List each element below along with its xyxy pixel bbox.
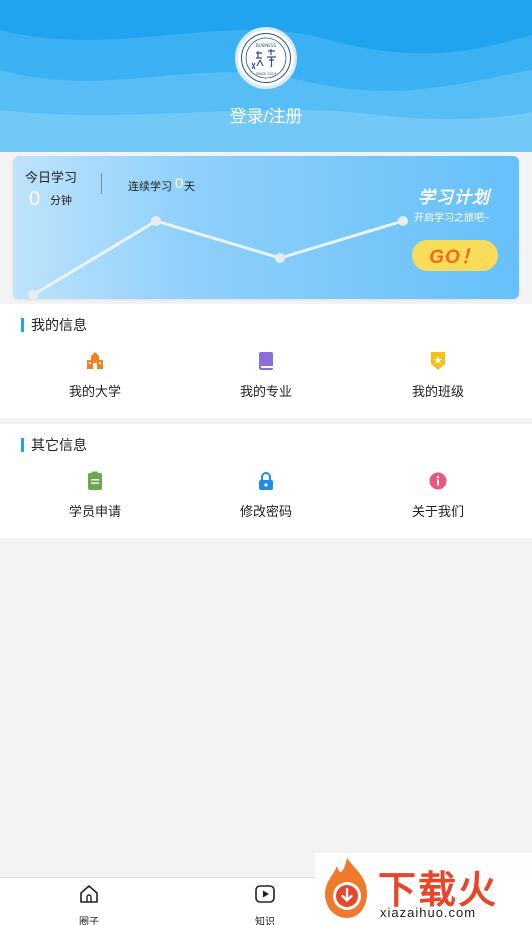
- school-logo[interactable]: BUSINESS SINCE 2019: [235, 27, 297, 89]
- streak-unit: 天: [184, 181, 195, 193]
- watermark-url: xiazaihuo.com: [380, 905, 477, 920]
- trend-point: [151, 216, 161, 226]
- study-trend-line: [28, 216, 408, 299]
- streak-label: 连续学习: [128, 181, 172, 193]
- today-study-unit: 分钟: [50, 195, 72, 207]
- my-class-button[interactable]: 我的班级: [378, 350, 498, 410]
- university-icon: [84, 350, 106, 372]
- nav-knowledge-tab[interactable]: 知识: [235, 883, 295, 925]
- study-plan-card: 今日学习 0 分钟 连续学习 0 天 学习计划 开启学习之旅吧~ GO！: [13, 156, 519, 299]
- svg-text:SINCE 2019: SINCE 2019: [256, 72, 277, 76]
- section-accent-bar: [21, 318, 24, 332]
- lock-icon: [255, 470, 277, 492]
- my-info-section: 我的信息 我的大学 我的专业 我的班级: [0, 304, 532, 418]
- home-icon: [78, 883, 100, 910]
- student-application-button[interactable]: 学员申请: [35, 470, 155, 530]
- about-us-button[interactable]: 关于我们: [378, 470, 498, 530]
- study-plan-title: 学习计划: [418, 188, 490, 207]
- my-class-label: 我的班级: [411, 384, 464, 399]
- clipboard-icon: [84, 470, 106, 492]
- change-password-label: 修改密码: [239, 504, 292, 519]
- logo-seal: BUSINESS SINCE 2019: [241, 33, 291, 83]
- today-study-label: 今日学习: [25, 170, 78, 185]
- study-plan-subtitle: 开启学习之旅吧~: [414, 213, 490, 224]
- section-title: 其它信息: [31, 437, 87, 453]
- my-major-label: 我的专业: [239, 384, 292, 399]
- section-title: 我的信息: [31, 317, 87, 333]
- trend-point: [275, 253, 285, 263]
- trend-point: [398, 216, 408, 226]
- svg-text:BUSINESS: BUSINESS: [256, 43, 276, 48]
- streak-value: 0: [175, 175, 184, 192]
- about-us-label: 关于我们: [411, 504, 464, 519]
- student-application-label: 学员申请: [68, 504, 121, 519]
- my-university-button[interactable]: 我的大学: [35, 350, 155, 410]
- info-icon: [427, 470, 449, 492]
- stat-divider: [101, 173, 102, 194]
- section-header: 其它信息: [21, 437, 87, 453]
- nav-label: 知识: [255, 917, 275, 925]
- section-accent-bar: [21, 438, 24, 452]
- play-icon: [254, 883, 276, 910]
- login-register-link[interactable]: 登录/注册: [0, 102, 532, 127]
- today-study-value: 0: [29, 188, 41, 210]
- nav-circle-tab[interactable]: 圈子: [59, 883, 119, 925]
- other-info-section: 其它信息 学员申请 修改密码 关于我们: [0, 424, 532, 538]
- watermark: 下载火 xiazaihuo.com: [315, 853, 532, 925]
- go-button[interactable]: GO！: [412, 240, 498, 271]
- flame-logo-icon: [325, 858, 367, 918]
- profile-header: BUSINESS SINCE 2019 登录/注册: [0, 0, 532, 152]
- logo-emblem-icon: BUSINESS SINCE 2019: [245, 37, 287, 79]
- book-icon: [255, 350, 277, 372]
- my-university-label: 我的大学: [68, 384, 121, 399]
- class-badge-icon: [427, 350, 449, 372]
- section-header: 我的信息: [21, 317, 87, 333]
- my-major-button[interactable]: 我的专业: [206, 350, 326, 410]
- change-password-button[interactable]: 修改密码: [206, 470, 326, 530]
- nav-label: 圈子: [79, 917, 99, 925]
